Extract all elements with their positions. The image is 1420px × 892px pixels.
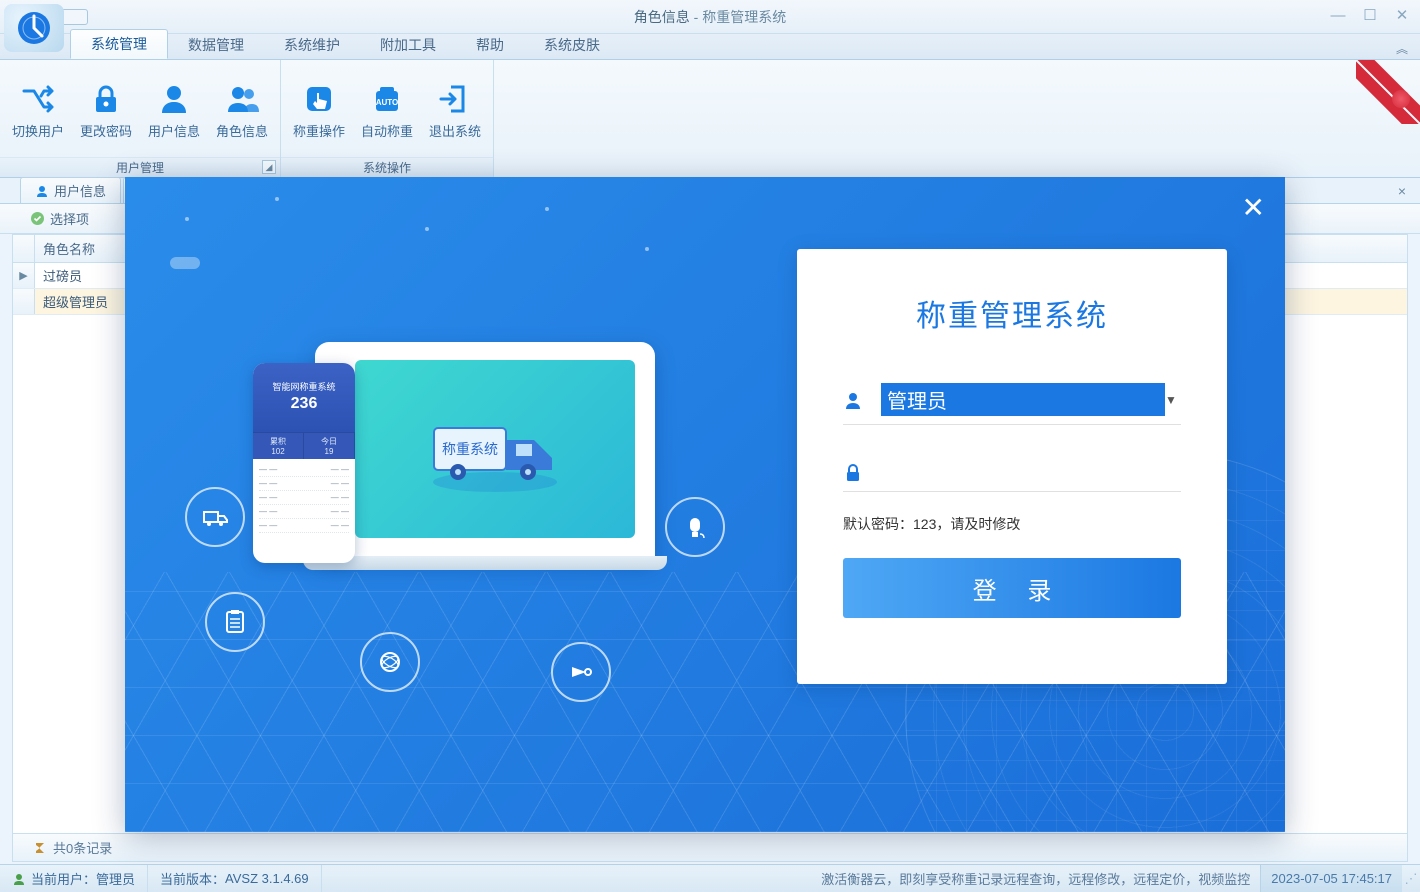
ring-globe-icon bbox=[360, 632, 420, 692]
username-value[interactable]: 管理员 bbox=[881, 383, 1165, 416]
ribbon-group-user-manage: 切换用户 更改密码 用户信息 角色信息 用户管理 ◢ bbox=[0, 60, 281, 177]
ribbon-tab-help[interactable]: 帮助 bbox=[456, 31, 524, 59]
check-circle-icon bbox=[30, 211, 45, 226]
role-info-button[interactable]: 角色信息 bbox=[208, 64, 276, 157]
window-title: 角色信息 - 称重管理系统 bbox=[634, 7, 786, 27]
truck-text: 称重系统 bbox=[442, 441, 498, 457]
ribbon-bow-decoration bbox=[1356, 60, 1420, 124]
status-promo: 激活衡器云，即刻享受称重记录远程查询，远程修改，远程定价，视频监控 bbox=[821, 869, 1260, 888]
ring-camera-icon bbox=[551, 642, 611, 702]
ribbon-tab-system-manage[interactable]: 系统管理 bbox=[70, 29, 168, 59]
row-selector-header[interactable] bbox=[13, 235, 35, 262]
auto-weigh-button[interactable]: AUTO 自动称重 bbox=[353, 64, 421, 157]
status-datetime: 2023-07-05 17:45:17 bbox=[1260, 865, 1402, 892]
close-button[interactable]: ✕ bbox=[1390, 6, 1414, 24]
ribbon-tab-data-manage[interactable]: 数据管理 bbox=[168, 31, 264, 59]
row-indicator-icon bbox=[13, 289, 35, 314]
record-navigator: 共0条记录 bbox=[12, 834, 1408, 862]
ribbon-group-label: 系统操作 bbox=[281, 157, 493, 177]
dropdown-chevron-icon[interactable]: ▼ bbox=[1165, 393, 1181, 407]
close-tab-icon[interactable]: × bbox=[1398, 183, 1406, 199]
login-dialog: ✕ 称重系统 智能网称重系统236 累积102今日19 — —— — bbox=[125, 177, 1285, 832]
user-small-icon bbox=[35, 184, 49, 198]
dialog-launcher-icon[interactable]: ◢ bbox=[262, 160, 276, 174]
statusbar: 当前用户：管理员 当前版本：AVSZ 3.1.4.69 激活衡器云，即刻享受称重… bbox=[0, 864, 1420, 892]
ribbon-tab-addon-tools[interactable]: 附加工具 bbox=[360, 31, 456, 59]
doc-tab-user-info[interactable]: 用户信息 bbox=[20, 177, 121, 203]
user-field-icon bbox=[843, 390, 863, 410]
sigma-icon bbox=[33, 841, 47, 855]
switch-user-button[interactable]: 切换用户 bbox=[4, 64, 72, 157]
password-hint: 默认密码：123，请及时修改 bbox=[843, 514, 1181, 534]
col-header-role-name[interactable]: 角色名称 bbox=[35, 235, 135, 262]
change-password-button[interactable]: 更改密码 bbox=[72, 64, 140, 157]
user-icon bbox=[156, 81, 192, 117]
truck-icon: 称重系统 bbox=[420, 404, 570, 494]
weigh-op-button[interactable]: 称重操作 bbox=[285, 64, 353, 157]
laptop-illustration: 称重系统 bbox=[315, 342, 655, 562]
login-title: 称重管理系统 bbox=[843, 291, 1181, 335]
login-panel: 称重管理系统 管理员 ▼ 默认密码：123，请及时修改 登 录 bbox=[797, 249, 1227, 684]
hand-click-icon bbox=[301, 81, 337, 117]
ribbon-group-system-op: 称重操作 AUTO 自动称重 退出系统 系统操作 bbox=[281, 60, 494, 177]
lock-field-icon bbox=[843, 463, 863, 483]
ribbon-tab-skin[interactable]: 系统皮肤 bbox=[524, 31, 620, 59]
minimize-button[interactable]: — bbox=[1326, 6, 1350, 24]
username-field[interactable]: 管理员 ▼ bbox=[843, 375, 1181, 425]
ribbon-body: 切换用户 更改密码 用户信息 角色信息 用户管理◢ 称重操作 AUT bbox=[0, 60, 1420, 178]
titlebar: 角色信息 - 称重管理系统 — ☐ ✕ bbox=[0, 0, 1420, 34]
login-button[interactable]: 登 录 bbox=[843, 558, 1181, 618]
exit-system-button[interactable]: 退出系统 bbox=[421, 64, 489, 157]
user-info-button[interactable]: 用户信息 bbox=[140, 64, 208, 157]
select-item-button[interactable]: 选择项 bbox=[50, 209, 89, 228]
ribbon-group-label: 用户管理 bbox=[116, 161, 164, 175]
svg-text:AUTO: AUTO bbox=[376, 98, 399, 107]
ring-truck-icon bbox=[185, 487, 245, 547]
ring-sensor-icon bbox=[665, 497, 725, 557]
password-field[interactable] bbox=[843, 455, 1181, 492]
ring-clipboard-icon bbox=[205, 592, 265, 652]
row-indicator-icon: ▶ bbox=[13, 263, 35, 288]
auto-icon: AUTO bbox=[369, 81, 405, 117]
exit-icon bbox=[437, 81, 473, 117]
user-status-icon bbox=[12, 872, 26, 886]
password-value[interactable] bbox=[881, 471, 1181, 475]
resize-grip-icon[interactable]: ⋰ bbox=[1402, 871, 1420, 887]
users-icon bbox=[224, 81, 260, 117]
record-count: 共0条记录 bbox=[53, 838, 112, 857]
status-current-user: 当前用户：管理员 bbox=[0, 865, 148, 892]
shuffle-icon bbox=[20, 81, 56, 117]
quick-access-dropdown[interactable] bbox=[60, 9, 88, 25]
lock-icon bbox=[88, 81, 124, 117]
ribbon-tabstrip: 系统管理 数据管理 系统维护 附加工具 帮助 系统皮肤 ︽ bbox=[0, 34, 1420, 60]
maximize-button[interactable]: ☐ bbox=[1358, 6, 1382, 24]
status-version: 当前版本：AVSZ 3.1.4.69 bbox=[148, 865, 322, 892]
phone-illustration: 智能网称重系统236 累积102今日19 — —— — — —— — — —— … bbox=[253, 363, 355, 563]
app-logo bbox=[4, 4, 64, 52]
ribbon-tab-system-maintain[interactable]: 系统维护 bbox=[264, 31, 360, 59]
ribbon-collapse-icon[interactable]: ︽ bbox=[1396, 40, 1408, 57]
